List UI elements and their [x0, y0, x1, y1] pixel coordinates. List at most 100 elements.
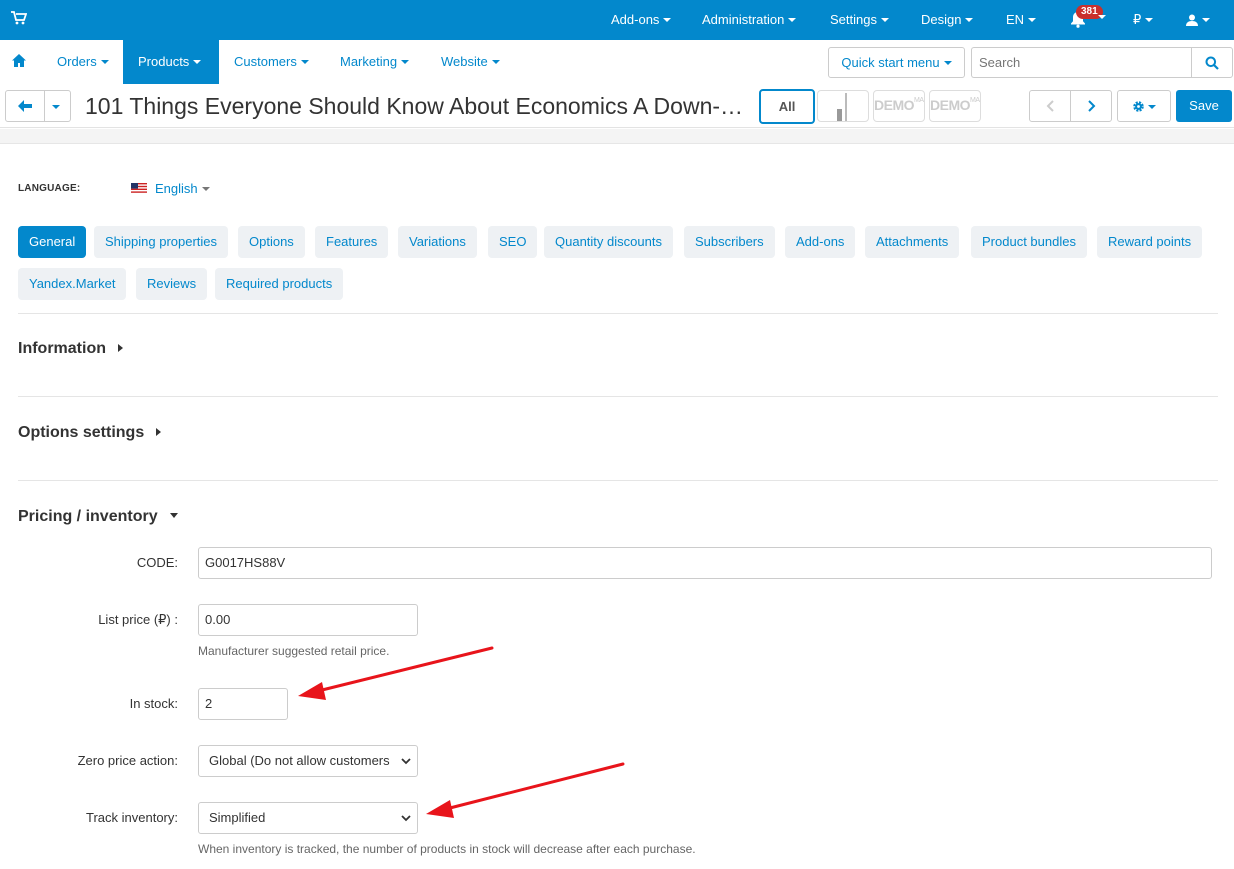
section-pricing-inventory[interactable]: Pricing / inventory	[18, 508, 178, 526]
section-pricing-label: Pricing / inventory	[18, 508, 158, 525]
topnav-administration-label: Administration	[702, 12, 785, 27]
home-icon[interactable]	[12, 54, 26, 67]
tab-shipping-properties[interactable]: Shipping properties	[94, 226, 229, 258]
nav-marketing[interactable]: Marketing	[340, 40, 410, 84]
back-dropdown-button[interactable]	[44, 90, 71, 122]
list-price-input[interactable]: 0.00	[198, 604, 418, 636]
tab-variations[interactable]: Variations	[398, 226, 477, 258]
chevron-down-icon	[201, 186, 210, 191]
topnav-settings[interactable]: Settings	[830, 0, 889, 40]
in-stock-label: In stock:	[129, 696, 178, 711]
search-button[interactable]	[1191, 47, 1233, 78]
top-bar: Add-ons Administration Settings Design E…	[0, 0, 1234, 40]
nav-customers[interactable]: Customers	[234, 40, 309, 84]
caret-right-icon	[118, 343, 123, 352]
gear-icon	[1133, 101, 1144, 112]
annotation-arrow	[426, 762, 625, 818]
tab-features[interactable]: Features	[315, 226, 389, 258]
chevron-down-icon	[1145, 17, 1154, 22]
all-storefronts-button[interactable]: All	[759, 89, 815, 124]
track-inventory-help: When inventory is tracked, the number of…	[198, 842, 696, 856]
chevron-down-icon	[300, 59, 309, 64]
quick-start-label: Quick start menu	[841, 55, 940, 70]
user-icon	[1186, 14, 1198, 26]
nav-customers-label: Customers	[234, 54, 297, 69]
tab-required-products[interactable]: Required products	[215, 268, 344, 300]
currency-label: ₽	[1133, 12, 1142, 27]
tab-reviews[interactable]: Reviews	[136, 268, 208, 300]
topnav-addons-label: Add-ons	[611, 12, 660, 27]
divider	[18, 480, 1218, 481]
settings-dropdown-button[interactable]	[1117, 90, 1171, 122]
bar-graphic	[837, 109, 842, 121]
section-information[interactable]: Information	[18, 340, 123, 358]
tab-subscribers[interactable]: Subscribers	[684, 226, 775, 258]
topnav-addons[interactable]: Add-ons	[611, 0, 672, 40]
save-button[interactable]: Save	[1176, 90, 1232, 122]
tab-reward-points[interactable]: Reward points	[1097, 226, 1203, 258]
demo-text: DEMO	[874, 97, 915, 113]
section-information-label: Information	[18, 340, 106, 357]
topnav-language-label: EN	[1006, 12, 1025, 27]
tab-general[interactable]: General	[18, 226, 87, 258]
chevron-down-icon	[401, 758, 411, 765]
language-selector[interactable]: English	[155, 181, 210, 196]
quick-start-menu-button[interactable]: Quick start menu	[828, 47, 965, 78]
back-button[interactable]	[5, 90, 45, 122]
previous-product-button[interactable]	[1029, 90, 1071, 122]
nav-website[interactable]: Website	[441, 40, 500, 84]
demo-watermark: DEMOMA	[874, 97, 924, 113]
tab-yandex-market[interactable]: Yandex.Market	[18, 268, 127, 300]
storefront-thumbnail[interactable]: DEMOMA	[873, 90, 925, 122]
caret-right-icon	[156, 427, 162, 436]
toolbar-divider	[0, 129, 1234, 144]
user-menu[interactable]	[1186, 0, 1210, 40]
tab-addons[interactable]: Add-ons	[785, 226, 856, 258]
search-input[interactable]	[971, 47, 1192, 78]
storefront-thumbnail[interactable]: DEMOMA	[929, 90, 981, 122]
section-options-settings[interactable]: Options settings	[18, 424, 162, 442]
chevron-down-icon	[943, 60, 952, 65]
us-flag-icon	[131, 183, 147, 194]
chevron-down-icon	[1098, 15, 1106, 19]
chevron-left-icon	[1046, 100, 1054, 112]
topnav-administration[interactable]: Administration	[702, 0, 797, 40]
tab-options[interactable]: Options	[238, 226, 305, 258]
demo-text: DEMO	[930, 97, 971, 113]
nav-orders[interactable]: Orders	[43, 40, 123, 84]
language-value: English	[155, 181, 198, 196]
tab-attachments[interactable]: Attachments	[865, 226, 960, 258]
nav-orders-label: Orders	[57, 54, 97, 69]
tab-quantity-discounts[interactable]: Quantity discounts	[544, 226, 673, 258]
page-title: 101 Things Everyone Should Know About Ec…	[85, 93, 745, 119]
in-stock-input[interactable]: 2	[198, 688, 288, 720]
arrow-left-icon	[18, 100, 32, 112]
chevron-down-icon	[193, 59, 202, 64]
code-label: CODE:	[136, 555, 178, 570]
zero-price-action-select[interactable]: Global (Do not allow customers	[198, 745, 418, 777]
next-product-button[interactable]	[1070, 90, 1112, 122]
currency-switcher[interactable]: ₽	[1133, 0, 1154, 40]
nav-marketing-label: Marketing	[340, 54, 398, 69]
demo-small-text: MA	[970, 97, 980, 104]
track-inventory-select[interactable]: Simplified	[198, 802, 418, 834]
shopping-cart-icon[interactable]	[11, 11, 27, 25]
chevron-down-icon	[100, 59, 109, 64]
topnav-language[interactable]: EN	[1006, 0, 1037, 40]
topnav-design-label: Design	[921, 12, 962, 27]
chevron-down-icon	[788, 17, 797, 22]
zero-price-action-label: Zero price action:	[77, 753, 178, 768]
tab-product-bundles[interactable]: Product bundles	[971, 226, 1087, 258]
chevron-down-icon	[880, 17, 889, 22]
code-input[interactable]: G0017HS88V	[198, 547, 1212, 579]
tab-seo[interactable]: SEO	[488, 226, 538, 258]
chevron-down-icon	[1148, 105, 1156, 109]
nav-products[interactable]: Products	[123, 40, 219, 84]
chevron-down-icon	[1028, 17, 1037, 22]
list-price-label: List price (₽) :	[98, 612, 178, 627]
chevron-down-icon	[401, 59, 410, 64]
topnav-design[interactable]: Design	[921, 0, 974, 40]
track-inventory-label: Track inventory:	[86, 810, 178, 825]
storefront-thumbnail[interactable]	[817, 90, 869, 122]
divider	[18, 313, 1218, 314]
